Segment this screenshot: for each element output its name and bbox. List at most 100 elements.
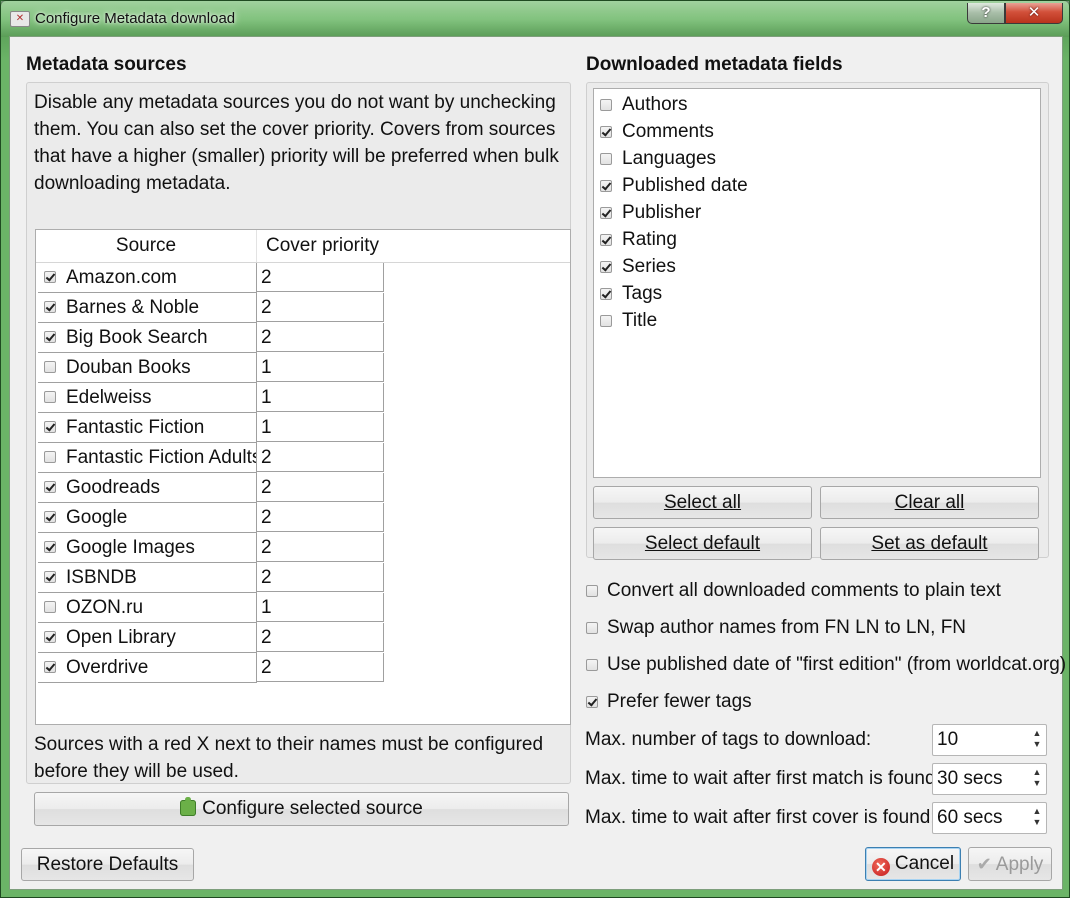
cover-priority-cell[interactable]: 2 [257, 473, 384, 502]
wait-match-spinbox[interactable]: 30 secs ▲ ▼ [932, 763, 1047, 795]
source-name: Goodreads [66, 477, 161, 498]
sources-description: Disable any metadata sources you do not … [34, 92, 559, 194]
source-name-cell[interactable]: Edelweiss [38, 383, 257, 413]
field-label: Series [622, 256, 676, 277]
title-bar: ✕ Configure Metadata download ? ✕ [1, 1, 1069, 37]
apply-button[interactable]: ✔ Apply [968, 847, 1052, 881]
prefer-fewer-tags-label: Prefer fewer tags [607, 691, 752, 712]
clear-all-label: Clear all [894, 492, 965, 513]
checkbox-icon[interactable] [44, 631, 56, 643]
spin-arrows-icon[interactable]: ▲ ▼ [1032, 767, 1042, 791]
checkbox-icon[interactable] [600, 153, 612, 165]
source-name-cell[interactable]: Douban Books [38, 353, 257, 383]
checkbox-icon[interactable] [44, 361, 56, 373]
cover-priority-cell[interactable]: 2 [257, 263, 384, 292]
checkbox-icon[interactable] [600, 126, 612, 138]
checkbox-icon [586, 622, 598, 634]
source-name-cell[interactable]: Barnes & Noble [38, 293, 257, 323]
wait-cover-spinbox[interactable]: 60 secs ▲ ▼ [932, 802, 1047, 834]
source-name-cell[interactable]: Goodreads [38, 473, 257, 503]
column-header-source[interactable]: Source [36, 230, 257, 262]
source-name: Edelweiss [66, 387, 152, 408]
checkbox-icon[interactable] [44, 271, 56, 283]
spin-arrows-icon[interactable]: ▲ ▼ [1032, 806, 1042, 830]
checkbox-icon[interactable] [44, 571, 56, 583]
checkbox-icon[interactable] [44, 541, 56, 553]
close-button[interactable]: ✕ [1005, 3, 1063, 24]
column-header-cover-priority[interactable]: Cover priority [258, 230, 446, 262]
checkbox-icon[interactable] [44, 331, 56, 343]
checkbox-icon[interactable] [600, 234, 612, 246]
field-label: Authors [622, 94, 688, 115]
checkbox-icon[interactable] [600, 180, 612, 192]
source-name: Big Book Search [66, 327, 208, 348]
cover-priority-cell[interactable]: 1 [257, 413, 384, 442]
cover-priority-cell[interactable]: 1 [257, 353, 384, 382]
help-button[interactable]: ? [967, 3, 1005, 24]
cover-priority-cell[interactable]: 2 [257, 503, 384, 532]
source-name: Douban Books [66, 357, 191, 378]
checkbox-icon[interactable] [44, 601, 56, 613]
checkbox-icon[interactable] [44, 661, 56, 673]
checkbox-icon[interactable] [44, 301, 56, 313]
dialog-client: Metadata sources Disable any metadata so… [9, 36, 1066, 890]
wait-cover-label: Max. time to wait after first cover is f… [585, 807, 936, 828]
cancel-icon: ✕ [871, 858, 890, 876]
cover-priority-cell[interactable]: 2 [257, 653, 384, 682]
select-all-button[interactable]: Select all [593, 486, 812, 519]
checkbox-icon[interactable] [600, 288, 612, 300]
field-label: Publisher [622, 202, 702, 223]
checkbox-icon[interactable] [600, 99, 612, 111]
cover-priority-cell[interactable]: 2 [257, 533, 384, 562]
field-label: Tags [622, 283, 663, 304]
checkbox-icon[interactable] [600, 261, 612, 273]
convert-comments-label: Convert all downloaded comments to plain… [607, 580, 1001, 601]
cover-priority-cell[interactable]: 2 [257, 293, 384, 322]
fields-list[interactable]: Authors Comments Languages Published date Pu… [593, 88, 1041, 478]
max-tags-spinbox[interactable]: 10 ▲ ▼ [932, 724, 1047, 756]
sources-table[interactable]: Source Cover priority Amazon.com 2 Barnes … [35, 229, 571, 725]
cover-priority-cell[interactable]: 2 [257, 443, 384, 472]
source-name-cell[interactable]: Google Images [38, 533, 257, 563]
wait-cover-value: 60 secs [937, 807, 1003, 828]
max-tags-value: 10 [937, 729, 959, 750]
source-name-cell[interactable]: Overdrive [38, 653, 257, 683]
checkbox-icon[interactable] [44, 391, 56, 403]
restore-defaults-button[interactable]: Restore Defaults [21, 848, 194, 881]
cover-priority-cell[interactable]: 2 [257, 323, 384, 352]
checkbox-icon[interactable] [600, 207, 612, 219]
select-default-label: Select default [644, 533, 761, 554]
source-name-cell[interactable]: Fantastic Fiction [38, 413, 257, 443]
app-icon: ✕ [10, 11, 30, 27]
source-name-cell[interactable]: OZON.ru [38, 593, 257, 623]
checkbox-icon[interactable] [600, 315, 612, 327]
spin-arrows-icon[interactable]: ▲ ▼ [1032, 728, 1042, 752]
field-label: Published date [622, 175, 748, 196]
source-name-cell[interactable]: ISBNDB [38, 563, 257, 593]
checkmark-icon: ✔ [976, 854, 992, 874]
checkbox-icon[interactable] [44, 421, 56, 433]
source-name-cell[interactable]: Big Book Search [38, 323, 257, 353]
checkbox-icon[interactable] [44, 451, 56, 463]
cover-priority-cell[interactable]: 1 [257, 383, 384, 412]
source-name-cell[interactable]: Fantastic Fiction Adults [38, 443, 257, 473]
source-name: Open Library [66, 627, 176, 648]
cover-priority-cell[interactable]: 2 [257, 623, 384, 652]
source-name-cell[interactable]: Open Library [38, 623, 257, 653]
checkbox-icon[interactable] [44, 511, 56, 523]
cover-priority-cell[interactable]: 2 [257, 563, 384, 592]
source-name: Google [66, 507, 128, 528]
select-default-button[interactable]: Select default [593, 527, 812, 560]
source-name: Google Images [66, 537, 195, 558]
source-name-cell[interactable]: Google [38, 503, 257, 533]
checkbox-icon [586, 585, 598, 597]
cover-priority-cell[interactable]: 1 [257, 593, 384, 622]
clear-all-button[interactable]: Clear all [820, 486, 1039, 519]
metadata-sources-heading: Metadata sources [26, 54, 187, 75]
configure-source-button[interactable]: Configure selected source [34, 792, 569, 826]
source-name-cell[interactable]: Amazon.com [38, 263, 257, 293]
set-as-default-button[interactable]: Set as default [820, 527, 1039, 560]
checkbox-icon[interactable] [44, 481, 56, 493]
window-title: Configure Metadata download [35, 10, 236, 27]
cancel-button[interactable]: ✕ Cancel [865, 847, 961, 881]
